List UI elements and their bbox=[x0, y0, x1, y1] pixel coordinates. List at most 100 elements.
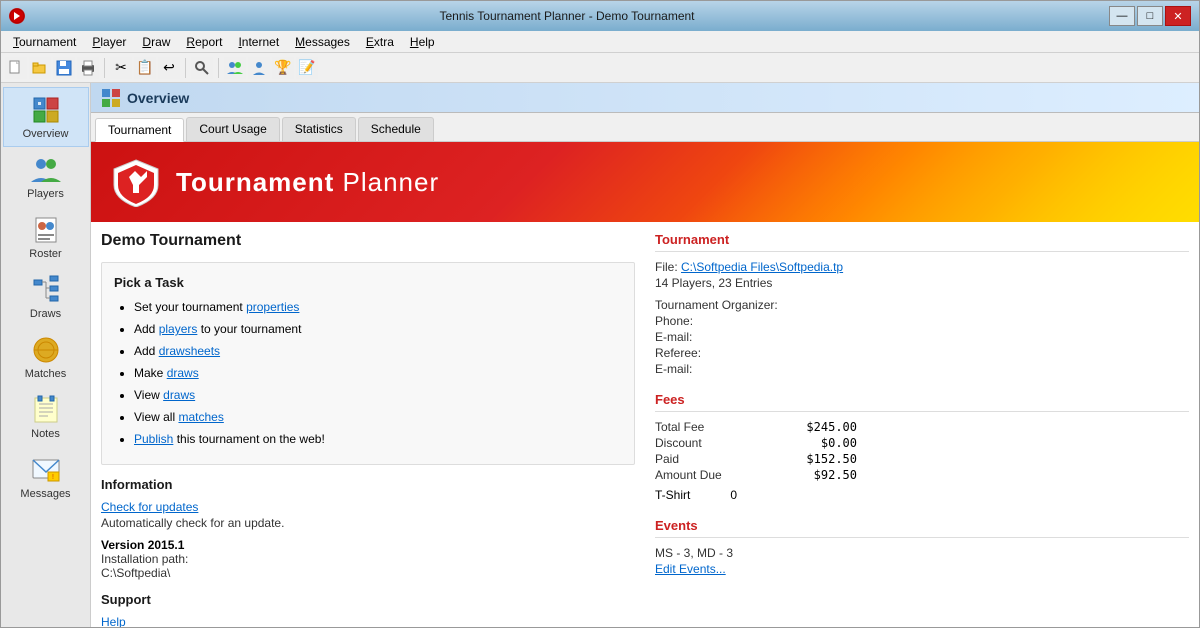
drawsheets-link[interactable]: drawsheets bbox=[159, 344, 220, 358]
menu-draw[interactable]: Draw bbox=[134, 33, 178, 51]
sidebar-item-messages[interactable]: ! Messages bbox=[3, 447, 89, 507]
players-link[interactable]: players bbox=[159, 322, 198, 336]
right-column: Tournament File: C:\Softpedia Files\Soft… bbox=[655, 232, 1189, 627]
draws-icon bbox=[30, 274, 62, 306]
properties-link[interactable]: properties bbox=[246, 300, 299, 314]
toolbar-new[interactable] bbox=[5, 57, 27, 79]
toolbar-cut[interactable]: ✂ bbox=[110, 57, 132, 79]
toolbar-sep-1 bbox=[104, 58, 105, 78]
close-button[interactable]: ✕ bbox=[1165, 6, 1191, 26]
svg-text:!: ! bbox=[52, 474, 54, 481]
check-updates-link[interactable]: Check for updates bbox=[101, 500, 198, 514]
sidebar-item-matches[interactable]: Matches bbox=[3, 327, 89, 387]
task-properties: Set your tournament properties bbox=[134, 298, 622, 316]
scroll-content[interactable]: Tournament Planner Demo Tournament Pick … bbox=[91, 142, 1199, 627]
body-content: Demo Tournament Pick a Task Set your tou… bbox=[91, 222, 1199, 627]
overview-icon bbox=[30, 94, 62, 126]
edit-events-link[interactable]: Edit Events... bbox=[655, 562, 726, 576]
tshirt-label: T-Shirt bbox=[655, 488, 690, 502]
messages-icon: ! bbox=[30, 454, 62, 486]
events-text: MS - 3, MD - 3 bbox=[655, 546, 1189, 560]
fees-section: Fees Total Fee $245.00 Discount $0.00 Pa… bbox=[655, 392, 1189, 502]
referee-label: Referee: bbox=[655, 346, 1189, 360]
menu-help[interactable]: Help bbox=[402, 33, 443, 51]
view-draws-link[interactable]: draws bbox=[163, 388, 195, 402]
task-drawsheets: Add drawsheets bbox=[134, 342, 622, 360]
fees-grid: Total Fee $245.00 Discount $0.00 Paid $1… bbox=[655, 420, 1189, 482]
toolbar-undo[interactable]: ↩ bbox=[158, 57, 180, 79]
tshirt-row: T-Shirt 0 bbox=[655, 488, 1189, 502]
sidebar-item-players[interactable]: Players bbox=[3, 147, 89, 207]
pick-a-task-title: Pick a Task bbox=[114, 275, 622, 290]
file-path-link[interactable]: C:\Softpedia Files\Softpedia.tp bbox=[681, 260, 843, 274]
toolbar-sep-2 bbox=[185, 58, 186, 78]
toolbar-save[interactable] bbox=[53, 57, 75, 79]
toolbar-notes[interactable]: 📝 bbox=[296, 57, 318, 79]
toolbar-search[interactable] bbox=[191, 57, 213, 79]
email1-label: E-mail: bbox=[655, 330, 1189, 344]
tournament-info-section: Tournament File: C:\Softpedia Files\Soft… bbox=[655, 232, 1189, 376]
toolbar-print[interactable] bbox=[77, 57, 99, 79]
overview-header-icon bbox=[101, 88, 121, 108]
paid-label: Paid bbox=[655, 452, 775, 466]
roster-icon bbox=[30, 214, 62, 246]
toolbar-players-group[interactable] bbox=[224, 57, 246, 79]
pick-a-task-box: Pick a Task Set your tournament properti… bbox=[101, 262, 635, 465]
content-area: Overview Tournament Court Usage Statisti… bbox=[91, 83, 1199, 627]
make-draws-link[interactable]: draws bbox=[167, 366, 199, 380]
menu-report[interactable]: Report bbox=[178, 33, 230, 51]
main-area: Overview Players bbox=[1, 83, 1199, 627]
banner-shield-icon bbox=[111, 157, 161, 207]
menu-player[interactable]: Player bbox=[84, 33, 134, 51]
toolbar-open[interactable] bbox=[29, 57, 51, 79]
paid-value: $152.50 bbox=[777, 452, 857, 466]
app-icon bbox=[9, 8, 25, 24]
tabs-bar: Tournament Court Usage Statistics Schedu… bbox=[91, 113, 1199, 142]
install-path: C:\Softpedia\ bbox=[101, 566, 635, 580]
sidebar-item-overview[interactable]: Overview bbox=[3, 87, 89, 147]
total-fee-value: $245.00 bbox=[777, 420, 857, 434]
banner: Tournament Planner bbox=[91, 142, 1199, 222]
sidebar: Overview Players bbox=[1, 83, 91, 627]
sidebar-overview-label: Overview bbox=[23, 128, 69, 140]
information-section: Information Check for updates Automatica… bbox=[101, 477, 635, 580]
sidebar-item-roster[interactable]: Roster bbox=[3, 207, 89, 267]
toolbar-copy[interactable]: 📋 bbox=[134, 57, 156, 79]
tab-tournament[interactable]: Tournament bbox=[95, 118, 184, 142]
tab-court-usage[interactable]: Court Usage bbox=[186, 117, 279, 141]
publish-link[interactable]: Publish bbox=[134, 432, 173, 446]
help-link[interactable]: Help bbox=[101, 615, 126, 627]
toolbar-trophy[interactable]: 🏆 bbox=[272, 57, 294, 79]
menu-internet[interactable]: Internet bbox=[230, 33, 287, 51]
menu-extra[interactable]: Extra bbox=[358, 33, 402, 51]
total-fee-label: Total Fee bbox=[655, 420, 775, 434]
amount-due-label: Amount Due bbox=[655, 468, 775, 482]
overview-header: Overview bbox=[91, 83, 1199, 113]
maximize-button[interactable]: □ bbox=[1137, 6, 1163, 26]
sidebar-item-notes[interactable]: Notes bbox=[3, 387, 89, 447]
menu-tournament[interactable]: Tournament bbox=[5, 33, 84, 51]
toolbar-player-single[interactable] bbox=[248, 57, 270, 79]
task-view-matches: View all matches bbox=[134, 408, 622, 426]
fees-title: Fees bbox=[655, 392, 1189, 412]
window-controls: — □ ✕ bbox=[1109, 6, 1191, 26]
support-section: Support Help Find answers to your questi… bbox=[101, 592, 635, 627]
menu-messages[interactable]: Messages bbox=[287, 33, 358, 51]
sidebar-notes-label: Notes bbox=[31, 428, 60, 440]
title-bar: Tennis Tournament Planner - Demo Tournam… bbox=[1, 1, 1199, 31]
organizer-label: Tournament Organizer: bbox=[655, 298, 1189, 312]
version-text: Version 2015.1 bbox=[101, 538, 635, 552]
tab-schedule[interactable]: Schedule bbox=[358, 117, 434, 141]
minimize-button[interactable]: — bbox=[1109, 6, 1135, 26]
notes-icon bbox=[30, 394, 62, 426]
sidebar-messages-label: Messages bbox=[20, 488, 70, 500]
matches-link[interactable]: matches bbox=[178, 410, 223, 424]
players-icon bbox=[30, 154, 62, 186]
task-list: Set your tournament properties Add playe… bbox=[114, 298, 622, 448]
banner-text: Tournament Planner bbox=[176, 167, 439, 198]
sidebar-roster-label: Roster bbox=[29, 248, 61, 260]
email2-label: E-mail: bbox=[655, 362, 1189, 376]
sidebar-item-draws[interactable]: Draws bbox=[3, 267, 89, 327]
tab-statistics[interactable]: Statistics bbox=[282, 117, 356, 141]
check-updates-desc: Automatically check for an update. bbox=[101, 516, 635, 530]
